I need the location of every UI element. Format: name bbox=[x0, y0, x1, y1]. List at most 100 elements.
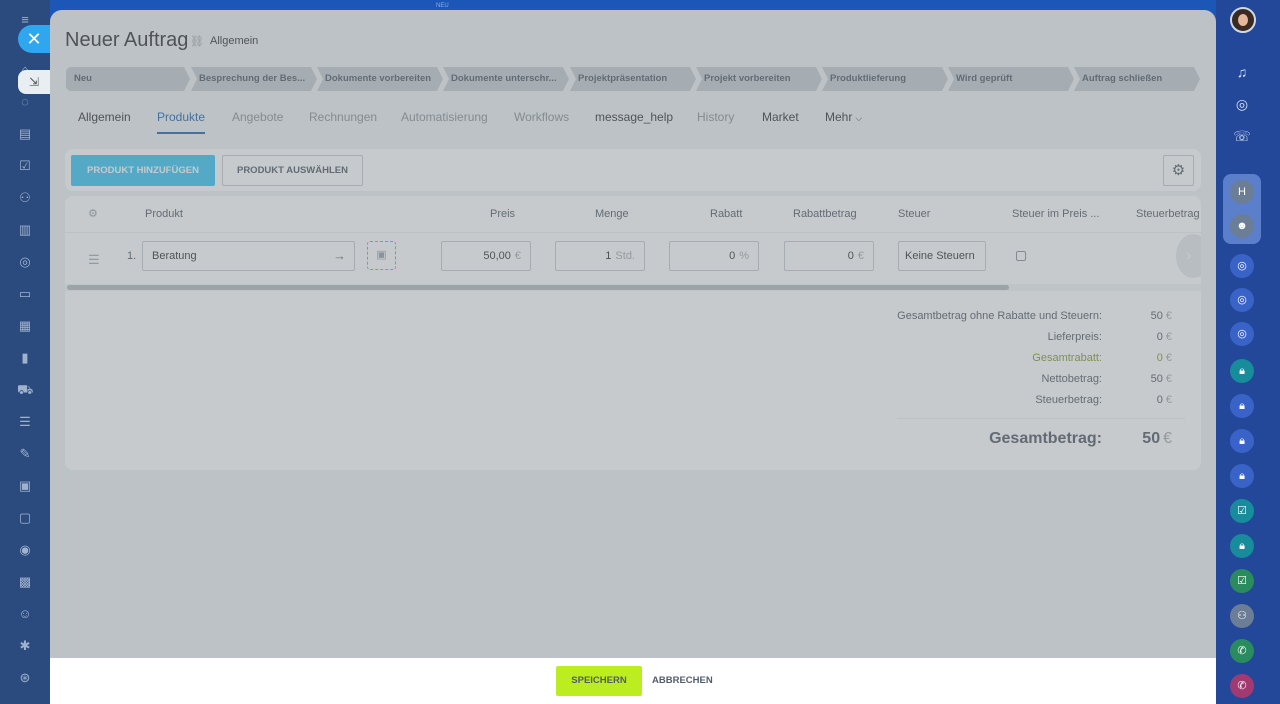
board-icon[interactable]: ▦ bbox=[17, 318, 33, 334]
chat-avatar-h[interactable]: H bbox=[1230, 180, 1254, 204]
tab-history[interactable]: History bbox=[697, 110, 734, 124]
tab-message-help[interactable]: message_help bbox=[595, 110, 673, 124]
chart-icon[interactable]: ▮ bbox=[17, 350, 33, 366]
lock-chat-icon[interactable]: 🔒︎ bbox=[1230, 359, 1254, 383]
currency-symbol: € bbox=[1163, 430, 1172, 447]
add-product-button[interactable]: PRODUKT HINZUFÜGEN bbox=[71, 155, 215, 186]
page-title: Neuer Auftrag bbox=[65, 29, 189, 51]
left-sidebar: ≡ ⌂ ◌ ▤ ☑ ⚇ ▥ ◎ ▭ ▦ ▮ ⛟ ☰ ✎ ▣ ▢ ◉ ▩ ☺ ✱ … bbox=[0, 0, 50, 704]
tax-included-checkbox[interactable] bbox=[1016, 251, 1026, 261]
arrow-right-icon[interactable]: → bbox=[333, 242, 346, 270]
channel-icon[interactable]: ◎ bbox=[1230, 254, 1254, 278]
tab-allgemein[interactable]: Allgemein bbox=[78, 110, 131, 124]
top-hint: NEU bbox=[436, 3, 449, 9]
footer-bar: SPEICHERN ABBRECHEN bbox=[50, 658, 1216, 704]
currency-symbol: € bbox=[1165, 331, 1172, 343]
display-icon[interactable]: ▢ bbox=[17, 510, 33, 526]
stage-item[interactable]: Besprechung der Bes... bbox=[191, 67, 317, 91]
discount-input[interactable]: 0% bbox=[669, 241, 759, 271]
store-icon[interactable]: ▣ bbox=[17, 478, 33, 494]
support-icon[interactable]: ⊛ bbox=[17, 670, 33, 686]
phone-icon[interactable]: ✆ bbox=[1230, 639, 1254, 663]
document-icon[interactable]: ▤ bbox=[17, 126, 33, 142]
product-image-placeholder-icon[interactable]: ▣ bbox=[367, 241, 396, 270]
lock-chat-icon[interactable]: 🔒︎ bbox=[1230, 464, 1254, 488]
contacts-icon[interactable]: ⚇ bbox=[17, 190, 33, 206]
lock-chat-icon[interactable]: 🔒︎ bbox=[1230, 534, 1254, 558]
tax-value: Keine Steuern bbox=[905, 250, 975, 262]
cart-icon[interactable]: ⛟ bbox=[17, 382, 33, 398]
tax-amount-value: 0 € bbox=[1157, 394, 1172, 406]
edit-icon[interactable]: ✎ bbox=[17, 446, 33, 462]
column-header-tax: Steuer bbox=[898, 208, 931, 220]
tab-automatisierung[interactable]: Automatisierung bbox=[401, 110, 488, 124]
cancel-button[interactable]: ABBRECHEN bbox=[652, 666, 713, 696]
channel-icon[interactable]: ◎ bbox=[1230, 322, 1254, 346]
stage-item[interactable]: Dokumente unterschr... bbox=[443, 67, 569, 91]
tab-workflows[interactable]: Workflows bbox=[514, 110, 569, 124]
chat-avatar-person[interactable]: ☻ bbox=[1230, 214, 1254, 238]
stage-item[interactable]: Auftrag schließen bbox=[1074, 67, 1200, 91]
tax-select[interactable]: Keine Steuern bbox=[898, 241, 986, 271]
notification-bell-icon[interactable]: ♫ bbox=[1230, 60, 1254, 84]
robot-icon[interactable]: ☺ bbox=[17, 606, 33, 622]
currency-symbol: € bbox=[1165, 394, 1172, 406]
filter-icon[interactable]: ☰ bbox=[17, 414, 33, 430]
tab-produkte[interactable]: Produkte bbox=[157, 110, 206, 134]
phone-icon[interactable]: ✆ bbox=[1230, 674, 1254, 698]
tab-rechnungen[interactable]: Rechnungen bbox=[309, 110, 377, 124]
save-button[interactable]: SPEICHERN bbox=[556, 666, 642, 696]
currency-symbol: € bbox=[1165, 310, 1172, 322]
tab-more[interactable]: Mehr ⌵ bbox=[825, 110, 862, 124]
stage-item[interactable]: Dokumente vorbereiten bbox=[317, 67, 443, 91]
file-icon[interactable]: ▥ bbox=[17, 222, 33, 238]
discount-unit: % bbox=[739, 250, 749, 262]
tab-market[interactable]: Market bbox=[762, 110, 799, 124]
drag-handle-icon[interactable]: ☰ bbox=[88, 252, 100, 268]
grand-total-amount: 50 bbox=[1142, 430, 1161, 447]
column-header-tax-included: Steuer im Preis ... bbox=[1012, 208, 1100, 220]
select-product-button[interactable]: PRODUKT AUSWÄHLEN bbox=[222, 155, 363, 186]
quantity-unit: Std. bbox=[615, 250, 635, 262]
price-input[interactable]: 50,00 € bbox=[441, 241, 531, 271]
discount-amount-unit: € bbox=[857, 250, 864, 262]
discount-amount-input[interactable]: 0 € bbox=[784, 241, 874, 271]
stage-item[interactable]: Produktlieferung bbox=[822, 67, 948, 91]
user-avatar[interactable] bbox=[1230, 7, 1256, 33]
tasks-icon[interactable]: ◌ bbox=[17, 94, 33, 110]
tax-amount: 0 bbox=[1156, 394, 1163, 406]
link-icon[interactable]: ⛓ bbox=[190, 35, 204, 48]
calendar-icon[interactable]: ▩ bbox=[17, 574, 33, 590]
channel-icon[interactable]: ◎ bbox=[1230, 288, 1254, 312]
product-name-input[interactable]: Beratung → bbox=[142, 241, 355, 271]
settings-icon[interactable]: ✱ bbox=[17, 638, 33, 654]
tab-angebote[interactable]: Angebote bbox=[232, 110, 283, 124]
scrollbar-thumb[interactable] bbox=[67, 285, 1009, 290]
stage-item[interactable]: Projektpräsentation bbox=[570, 67, 696, 91]
chat-icon[interactable]: ◎ bbox=[17, 254, 33, 270]
row-number: 1. bbox=[127, 250, 137, 262]
task-chat-icon[interactable]: ☑ bbox=[1230, 499, 1254, 523]
lock-chat-icon[interactable]: 🔒︎ bbox=[1230, 394, 1254, 418]
task-chat-icon[interactable]: ☑ bbox=[1230, 569, 1254, 593]
close-slider-button[interactable]: ✕ bbox=[18, 25, 50, 53]
group-chat-icon[interactable]: ⚇ bbox=[1230, 604, 1254, 628]
horizontal-scrollbar[interactable] bbox=[65, 284, 1201, 291]
collapse-icon[interactable]: ⇲ bbox=[18, 70, 50, 94]
net-amount: 50 bbox=[1150, 373, 1163, 385]
messages-icon[interactable]: ☏ bbox=[1230, 124, 1254, 148]
stage-item[interactable]: Neu bbox=[66, 67, 190, 91]
stage-item[interactable]: Wird geprüft bbox=[948, 67, 1074, 91]
target-icon[interactable]: ◉ bbox=[17, 542, 33, 558]
column-settings-icon[interactable]: ⚙ bbox=[88, 207, 98, 220]
stage-item[interactable]: Projekt vorbereiten bbox=[696, 67, 822, 91]
lock-chat-icon[interactable]: 🔒︎ bbox=[1230, 429, 1254, 453]
total-discount-label: Gesamtrabatt: bbox=[1032, 352, 1102, 364]
card-icon[interactable]: ▭ bbox=[17, 286, 33, 302]
checkbox-icon[interactable]: ☑ bbox=[17, 158, 33, 174]
gear-icon[interactable]: ⚙ bbox=[1163, 155, 1194, 186]
order-editor-panel: Neuer Auftrag ⛓ Allgemein Neu Besprechun… bbox=[50, 10, 1216, 704]
quantity-input[interactable]: 1 Std. bbox=[555, 241, 645, 271]
scroll-right-button[interactable]: › bbox=[1176, 234, 1201, 278]
copilot-icon[interactable]: ◎ bbox=[1230, 92, 1254, 116]
